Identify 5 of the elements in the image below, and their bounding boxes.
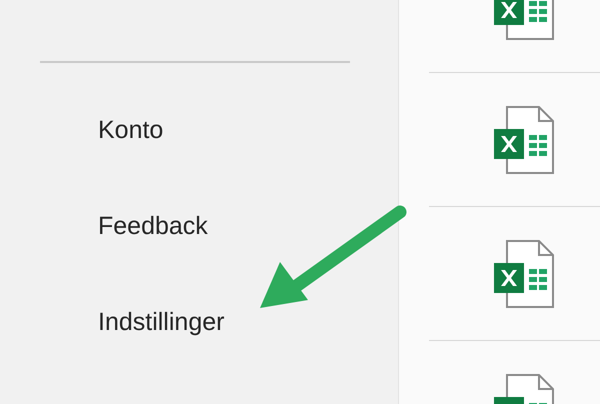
menu-item[interactable]: Konto <box>40 99 164 161</box>
menu-item[interactable]: Indstillinger <box>40 291 224 353</box>
spreadsheet-file-icon <box>492 238 554 308</box>
menu-item[interactable]: Feedback <box>40 195 208 257</box>
spreadsheet-file-icon <box>492 104 554 174</box>
